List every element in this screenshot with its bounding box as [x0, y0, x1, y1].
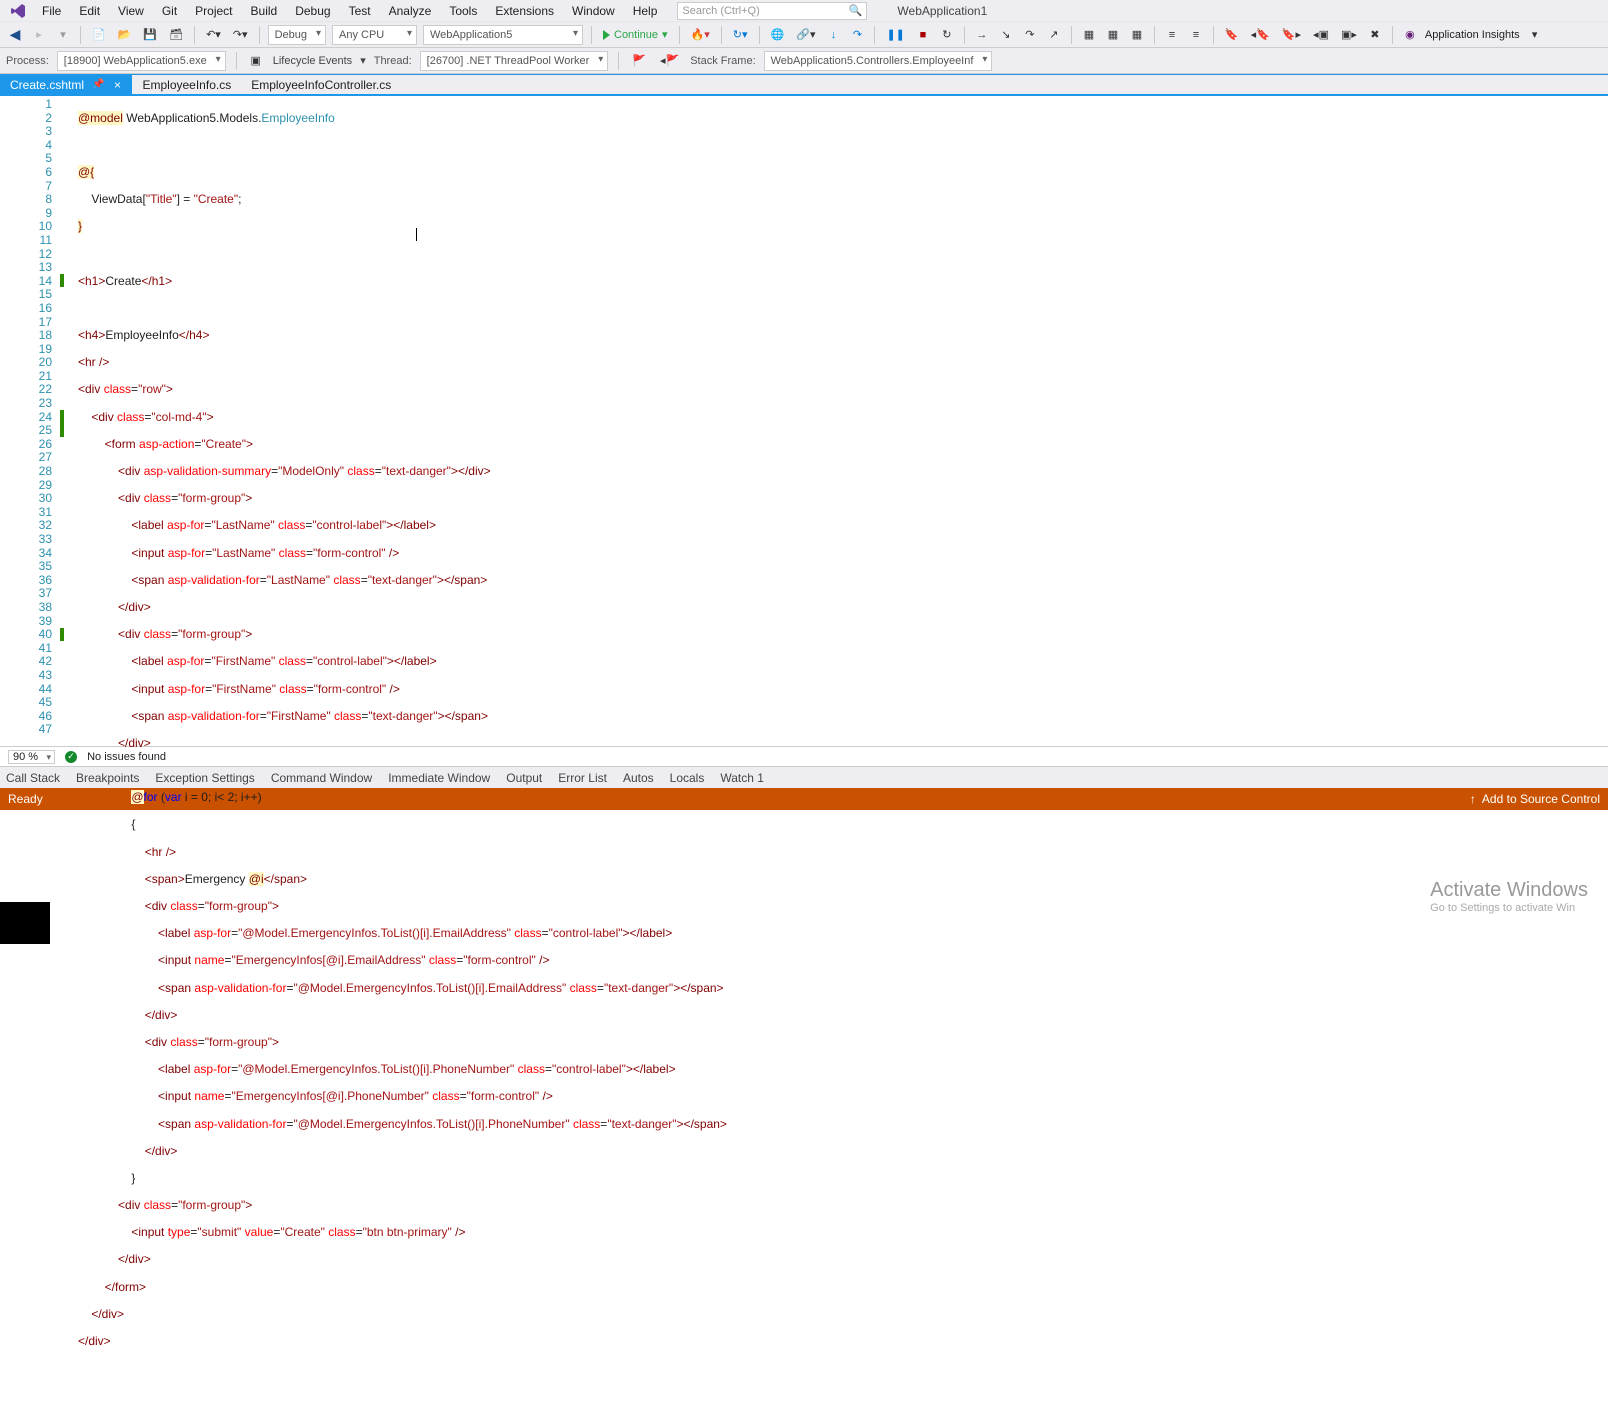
- save-icon[interactable]: 💾: [140, 25, 160, 45]
- menu-view[interactable]: View: [110, 2, 152, 20]
- flag-icon[interactable]: 🚩: [629, 51, 649, 71]
- code-editor[interactable]: 12345678910 11121314151617181920 2122232…: [0, 96, 1608, 746]
- process-label: Process:: [6, 55, 49, 67]
- close-icon[interactable]: ×: [112, 78, 122, 92]
- redo-icon[interactable]: ↷▾: [230, 25, 251, 45]
- menu-build[interactable]: Build: [243, 2, 286, 20]
- bookmark-prev-icon[interactable]: ◂🔖: [1248, 25, 1273, 45]
- show-next-icon[interactable]: →: [973, 25, 991, 45]
- toggle-2-icon[interactable]: ▦: [1104, 25, 1122, 45]
- search-icon: 🔍: [849, 4, 863, 17]
- step-over-icon[interactable]: ↷: [848, 25, 866, 45]
- tab-create-cshtml[interactable]: Create.cshtml 📌 ×: [0, 75, 132, 94]
- stackframe-label: Stack Frame:: [690, 55, 755, 67]
- menu-analyze[interactable]: Analyze: [381, 2, 440, 20]
- tab-label: Create.cshtml: [10, 78, 84, 92]
- config-dropdown[interactable]: Debug: [268, 25, 326, 45]
- bookmark-next-f-icon[interactable]: ▣▸: [1338, 25, 1360, 45]
- line-number-gutter: 12345678910 11121314151617181920 2122232…: [0, 96, 60, 746]
- tab-employeeinfo-cs[interactable]: EmployeeInfo.cs: [132, 75, 241, 94]
- flag-prev-icon[interactable]: ◂🚩: [657, 51, 682, 71]
- search-box[interactable]: Search (Ctrl+Q) 🔍: [677, 2, 867, 20]
- toggle-1-icon[interactable]: ▦: [1080, 25, 1098, 45]
- startup-project-dropdown[interactable]: WebApplication5: [423, 25, 583, 45]
- menu-window[interactable]: Window: [564, 2, 623, 20]
- text-cursor: [416, 228, 417, 241]
- process-dropdown[interactable]: [18900] WebApplication5.exe: [57, 51, 226, 71]
- clear-bookmarks-icon[interactable]: ✖: [1366, 25, 1384, 45]
- restart-icon-2[interactable]: ↻: [938, 25, 956, 45]
- thread-dropdown[interactable]: [26700] .NET ThreadPool Worker: [420, 51, 609, 71]
- nav-forward-button[interactable]: ▸: [30, 25, 48, 45]
- debug-toolbar: Process: [18900] WebApplication5.exe ▣ L…: [0, 48, 1608, 74]
- nav-dropdown-icon[interactable]: ▾: [54, 25, 72, 45]
- status-ready: Ready: [8, 792, 43, 806]
- ok-check-icon: ✓: [65, 751, 77, 763]
- continue-button[interactable]: Continue ▾: [600, 25, 671, 45]
- tab-label: EmployeeInfo.cs: [142, 78, 231, 92]
- menu-extensions[interactable]: Extensions: [487, 2, 562, 20]
- new-project-icon[interactable]: 📄: [89, 25, 109, 45]
- menu-bar: File Edit View Git Project Build Debug T…: [0, 0, 1608, 22]
- menu-test[interactable]: Test: [341, 2, 379, 20]
- undo-icon[interactable]: ↶▾: [203, 25, 224, 45]
- menu-project[interactable]: Project: [187, 2, 240, 20]
- lifecycle-events-label[interactable]: Lifecycle Events: [273, 55, 352, 67]
- menu-debug[interactable]: Debug: [287, 2, 338, 20]
- bookmark-prev-f-icon[interactable]: ◂▣: [1310, 25, 1332, 45]
- save-all-icon[interactable]: 🗃: [166, 25, 186, 45]
- stop-icon[interactable]: ■: [914, 25, 932, 45]
- bookmark-icon[interactable]: 🔖: [1222, 25, 1242, 45]
- toggle-3-icon[interactable]: ▦: [1128, 25, 1146, 45]
- tab-employeeinfocontroller-cs[interactable]: EmployeeInfoController.cs: [241, 75, 401, 94]
- tab-callstack[interactable]: Call Stack: [6, 771, 60, 785]
- browser-icon[interactable]: 🌐: [768, 25, 788, 45]
- thread-label: Thread:: [374, 55, 412, 67]
- open-file-icon[interactable]: 📂: [115, 25, 135, 45]
- menu-file[interactable]: File: [34, 2, 69, 20]
- browser-link-icon[interactable]: 🔗▾: [793, 25, 818, 45]
- step-into-2-icon[interactable]: ↘: [997, 25, 1015, 45]
- indent-left-icon[interactable]: ≡: [1163, 25, 1181, 45]
- hot-reload-icon[interactable]: 🔥▾: [688, 25, 713, 45]
- main-toolbar: ◀ ▸ ▾ 📄 📂 💾 🗃 ↶▾ ↷▾ Debug Any CPU WebApp…: [0, 22, 1608, 48]
- stackframe-dropdown[interactable]: WebApplication5.Controllers.EmployeeInf: [764, 51, 993, 71]
- play-icon: [603, 30, 610, 40]
- step-out-icon[interactable]: ↗: [1045, 25, 1063, 45]
- restart-icon[interactable]: ↻▾: [730, 25, 751, 45]
- fold-margin: [66, 96, 78, 746]
- menu-help[interactable]: Help: [625, 2, 666, 20]
- step-into-icon[interactable]: ↓: [824, 25, 842, 45]
- zoom-dropdown[interactable]: 90 %: [8, 750, 55, 764]
- solution-name: WebApplication1: [897, 4, 987, 18]
- bookmark-next-icon[interactable]: 🔖▸: [1279, 25, 1304, 45]
- platform-dropdown[interactable]: Any CPU: [332, 25, 417, 45]
- nav-back-button[interactable]: ◀: [6, 25, 24, 45]
- app-insights-label[interactable]: Application Insights: [1425, 29, 1520, 41]
- pin-icon[interactable]: 📌: [92, 79, 104, 90]
- tab-label: EmployeeInfoController.cs: [251, 78, 391, 92]
- menu-edit[interactable]: Edit: [71, 2, 108, 20]
- pause-icon[interactable]: ❚❚: [883, 25, 907, 45]
- code-content[interactable]: @model WebApplication5.Models.EmployeeIn…: [78, 96, 1608, 746]
- app-insights-dropdown-icon[interactable]: ▾: [1526, 25, 1544, 45]
- vs-logo-icon: [10, 3, 26, 19]
- menu-tools[interactable]: Tools: [441, 2, 485, 20]
- indent-right-icon[interactable]: ≡: [1187, 25, 1205, 45]
- app-insights-icon[interactable]: ◉: [1401, 25, 1419, 45]
- editor-tab-bar: Create.cshtml 📌 × EmployeeInfo.cs Employ…: [0, 74, 1608, 96]
- taskbar-fragment: [0, 902, 50, 944]
- search-placeholder: Search (Ctrl+Q): [682, 5, 759, 17]
- lifecycle-events-icon[interactable]: ▣: [247, 51, 265, 71]
- menu-git[interactable]: Git: [154, 2, 185, 20]
- step-over-2-icon[interactable]: ↷: [1021, 25, 1039, 45]
